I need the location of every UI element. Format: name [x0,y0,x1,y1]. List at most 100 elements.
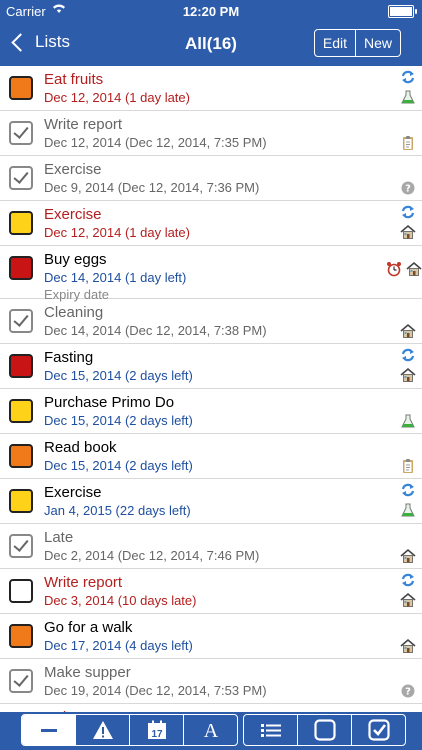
repeat-icon [400,482,416,498]
chevron-left-icon [11,32,30,52]
checked-box-icon [367,719,390,741]
task-title: Go for a walk [44,619,133,636]
task-title: Buy eggs [44,251,107,268]
task-row[interactable]: Read book Dec 15, 2014 (2 days left) [0,434,422,479]
task-list: Eat fruits Dec 12, 2014 (1 day late) Write… [0,66,422,712]
house-icon [400,638,416,654]
empty-box-filter-button[interactable] [297,715,351,745]
flask-icon [400,413,416,429]
completed-checkbox[interactable] [9,309,33,333]
new-button[interactable]: New [354,30,400,56]
house-icon [400,323,416,339]
svg-text:17: 17 [151,729,163,740]
font-filter-button[interactable]: A [183,715,237,745]
edit-new-buttons: Edit New [313,29,401,57]
priority-checkbox[interactable] [9,489,33,513]
task-date: Dec 14, 2014 (1 day left) [44,270,187,285]
task-date: Dec 15, 2014 (2 days left) [44,368,193,383]
clipboard-icon [400,135,416,151]
repeat-icon [400,69,416,85]
task-date: Dec 15, 2014 (2 days left) [44,413,193,428]
minus-filter-button[interactable] [22,715,75,745]
svg-text:?: ? [405,184,411,195]
task-title: Eat fruits [44,71,104,88]
priority-checkbox[interactable] [9,399,33,423]
task-row[interactable]: Write report [0,704,422,712]
warning-icon [92,721,113,739]
task-date: Dec 3, 2014 (10 days late) [44,593,197,608]
calendar-filter-button[interactable]: 17 [129,715,183,745]
house-icon [406,261,422,277]
font-icon: A [203,720,218,741]
task-date: Dec 9, 2014 (Dec 12, 2014, 7:36 PM) [44,180,260,195]
task-date: Dec 2, 2014 (Dec 12, 2014, 7:46 PM) [44,548,260,563]
clipboard-icon [400,458,416,474]
priority-checkbox[interactable] [9,256,33,280]
task-row[interactable]: Exercise Dec 9, 2014 (Dec 12, 2014, 7:36 … [0,156,422,201]
status-bar: Carrier 12:20 PM [0,0,422,22]
priority-checkbox[interactable] [9,76,33,100]
repeat-icon [400,572,416,588]
task-date: Dec 14, 2014 (Dec 12, 2014, 7:38 PM) [44,323,267,338]
task-row[interactable]: Late Dec 2, 2014 (Dec 12, 2014, 7:46 PM) [0,524,422,569]
completed-checkbox[interactable] [9,166,33,190]
task-date: Dec 12, 2014 (1 day late) [44,225,190,240]
status-time: 12:20 PM [182,4,240,19]
task-row[interactable]: Purchase Primo Do Dec 15, 2014 (2 days le… [0,389,422,434]
priority-checkbox[interactable] [9,444,33,468]
list-filter-button[interactable] [244,715,297,745]
task-row[interactable]: Exercise Jan 4, 2015 (22 days left) [0,479,422,524]
task-title: Exercise [44,161,102,178]
task-row[interactable]: Write report Dec 12, 2014 (Dec 12, 2014, … [0,111,422,156]
task-date: Jan 4, 2015 (22 days left) [44,503,191,518]
completed-checkbox[interactable] [9,534,33,558]
navigation-bar: Carrier 12:20 PM Lists All(16) Edit New [0,0,422,66]
task-date: Dec 17, 2014 (4 days left) [44,638,193,653]
task-date: Dec 12, 2014 (Dec 12, 2014, 7:35 PM) [44,135,267,150]
task-row[interactable]: Write report Dec 3, 2014 (10 days late) [0,569,422,614]
task-date: Dec 12, 2014 (1 day late) [44,90,190,105]
task-date: Dec 19, 2014 (Dec 12, 2014, 7:53 PM) [44,683,267,698]
house-icon [400,224,416,240]
completed-checkbox[interactable] [9,121,33,145]
priority-checkbox[interactable] [9,354,33,378]
task-title: Exercise [44,484,102,501]
task-row[interactable]: Eat fruits Dec 12, 2014 (1 day late) [0,66,422,111]
task-title: Late [44,529,74,546]
task-row[interactable]: Make supper Dec 19, 2014 (Dec 12, 2014, 7… [0,659,422,704]
task-title: Cleaning [44,304,104,321]
task-row[interactable]: Fasting Dec 15, 2014 (2 days left) [0,344,422,389]
svg-text:A: A [203,720,218,741]
task-title: Make supper [44,664,131,681]
filter-group-right [243,714,406,746]
house-icon [400,367,416,383]
priority-checkbox[interactable] [9,624,33,648]
edit-button[interactable]: Edit [315,30,355,56]
checked-box-filter-button[interactable] [351,715,405,745]
task-row[interactable]: Exercise Dec 12, 2014 (1 day late) [0,201,422,246]
house-icon [400,592,416,608]
repeat-icon [400,347,416,363]
flask-icon [400,502,416,518]
list-icon [260,724,281,737]
repeat-icon [400,204,416,220]
question-icon: ? [400,683,416,699]
priority-checkbox[interactable] [9,579,33,603]
task-date: Dec 15, 2014 (2 days left) [44,458,193,473]
completed-checkbox[interactable] [9,669,33,693]
back-label: Lists [35,32,70,51]
task-title: Write report [44,574,123,591]
minus-icon [40,729,57,732]
task-row[interactable]: Buy eggs Dec 14, 2014 (1 day left) Expiry … [0,246,422,302]
task-title: Write report [44,116,123,133]
back-button[interactable]: Lists [10,32,70,52]
alarm-icon [386,261,402,277]
flask-icon [400,89,416,105]
filter-group-left: 17 A [21,714,238,746]
task-row[interactable]: Cleaning Dec 14, 2014 (Dec 12, 2014, 7:38… [0,299,422,344]
priority-checkbox[interactable] [9,211,33,235]
task-row[interactable]: Go for a walk Dec 17, 2014 (4 days left) [0,614,422,659]
warning-filter-button[interactable] [75,715,129,745]
house-icon [400,548,416,564]
empty-box-icon [313,719,336,741]
